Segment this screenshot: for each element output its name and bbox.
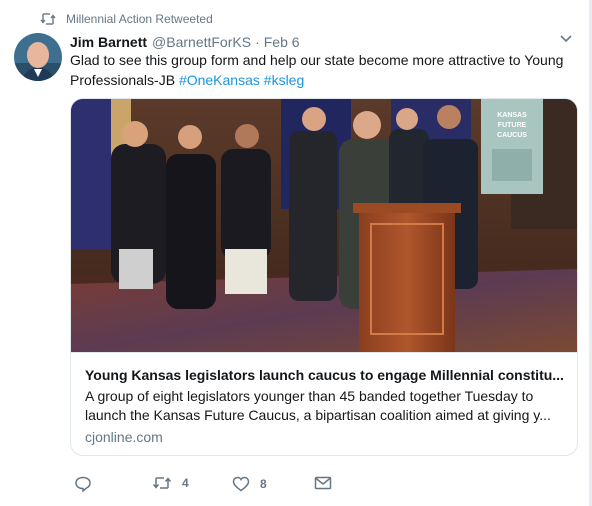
author-handle[interactable]: @BarnettForKS	[152, 34, 251, 50]
retweet-action-icon	[152, 477, 172, 489]
author-name[interactable]: Jim Barnett	[70, 34, 147, 50]
like-button[interactable]: 8	[232, 476, 267, 492]
retweet-icon	[40, 13, 56, 25]
chevron-down-icon[interactable]	[560, 35, 572, 43]
reply-button[interactable]	[74, 476, 102, 492]
card-image[interactable]: KANSAS FUTURE CAUCUS	[71, 99, 577, 352]
card-description-line-1: A group of eight legislators younger tha…	[85, 388, 534, 404]
card-description-line-2: launch the Kansas Future Caucus, a bipar…	[85, 407, 551, 423]
card-domain[interactable]: cjonline.com	[85, 429, 163, 445]
podium	[359, 207, 455, 352]
envelope-icon	[314, 476, 332, 490]
card-description: A group of eight legislators younger tha…	[85, 387, 565, 425]
sign-line-3: CAUCUS	[497, 132, 527, 139]
sign-line-2: FUTURE	[498, 122, 527, 129]
heart-icon	[232, 476, 250, 492]
tweet-actions: 4 8	[74, 476, 374, 496]
tweet-text-body: Glad to see this group form and help our…	[70, 52, 564, 88]
link-card[interactable]: KANSAS FUTURE CAUCUS Young Kansas legisl…	[70, 98, 578, 456]
avatar[interactable]	[14, 33, 62, 81]
retweet-notice-text: Millennial Action Retweeted	[66, 12, 213, 26]
like-count: 8	[260, 477, 267, 491]
tweet-header: Jim Barnett @BarnettForKS · Feb 6	[70, 32, 572, 52]
direct-message-button[interactable]	[314, 476, 332, 490]
card-body: Young Kansas legislators launch caucus t…	[71, 352, 577, 455]
sign-line-1: KANSAS	[497, 112, 527, 119]
header-separator: ·	[255, 34, 260, 50]
card-title[interactable]: Young Kansas legislators launch caucus t…	[85, 365, 565, 385]
tweet-text: Glad to see this group form and help our…	[70, 50, 582, 90]
retweet-button[interactable]: 4	[152, 476, 189, 490]
retweet-notice[interactable]: Millennial Action Retweeted	[40, 10, 213, 28]
retweet-count: 4	[182, 476, 189, 490]
tweet-date[interactable]: Feb 6	[264, 34, 300, 50]
hashtag-ksleg[interactable]: #ksleg	[264, 72, 304, 88]
reply-icon	[75, 476, 91, 492]
hashtag-onekansas[interactable]: #OneKansas	[179, 72, 260, 88]
